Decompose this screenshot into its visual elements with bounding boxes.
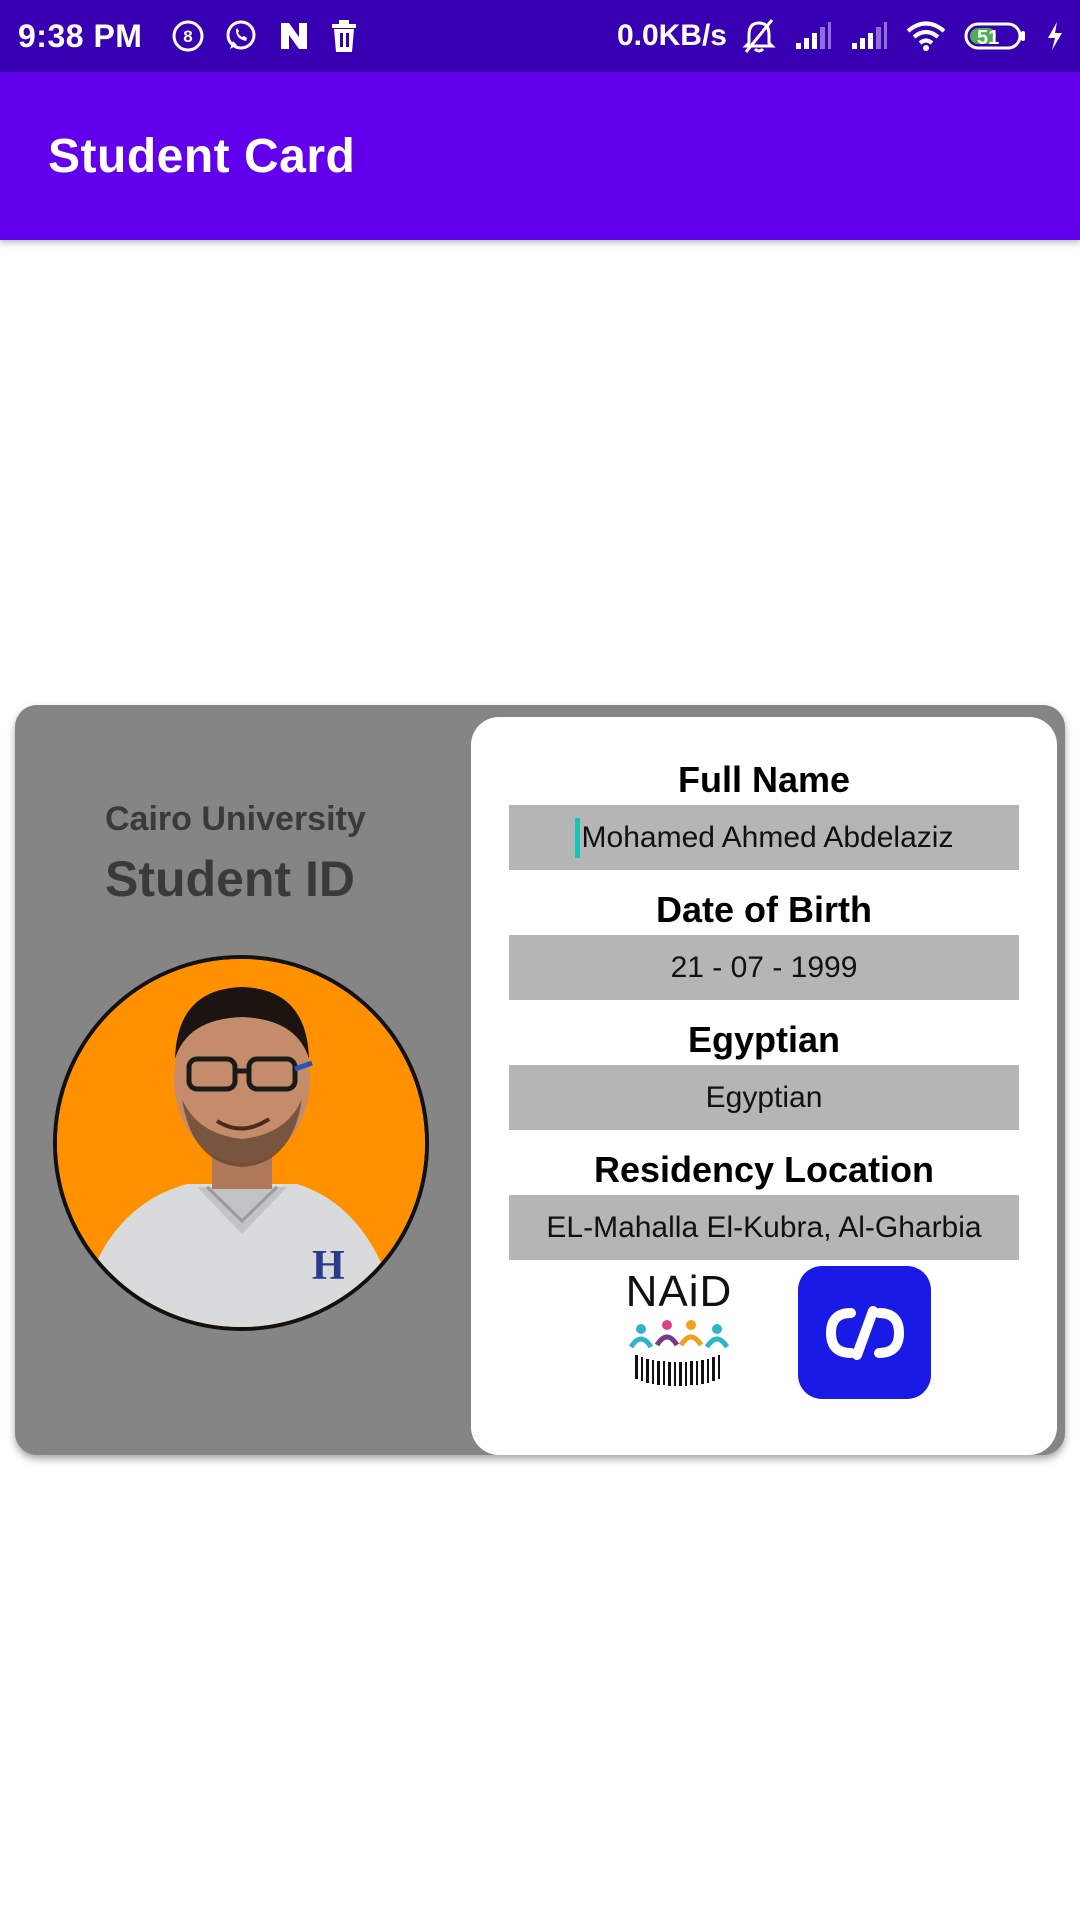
full-name-value: Mohamed Ahmed Abdelaziz (581, 820, 954, 854)
charging-icon (1046, 21, 1064, 51)
date-of-birth-input[interactable]: 21 - 07 - 1999 (509, 935, 1019, 1000)
nationality-label: Egyptian (687, 1019, 840, 1060)
student-photo: H (53, 955, 429, 1331)
field-date-of-birth: Date of Birth 21 - 07 - 1999 (471, 885, 1057, 1000)
field-residency-location: Residency Location EL-Mahalla El-Kubra, … (471, 1145, 1057, 1260)
whatsapp-icon (223, 18, 259, 54)
residency-location-label: Residency Location (593, 1149, 935, 1190)
network-speed: 0.0KB/s (616, 19, 727, 52)
date-of-birth-value: 21 - 07 - 1999 (670, 950, 858, 984)
wifi-icon (906, 20, 946, 52)
status-bar-right: 0.0KB/s 51 (617, 18, 1064, 54)
battery-icon: 51 (964, 21, 1028, 51)
card-right-panel: Full Name Mohamed Ahmed Abdelaziz Date o… (471, 717, 1057, 1455)
status-bar: 9:38 PM 8 0.0KB/s 51 (0, 0, 1080, 72)
full-name-input[interactable]: Mohamed Ahmed Abdelaziz (509, 805, 1019, 870)
status-bar-left: 9:38 PM 8 (18, 18, 368, 55)
naid-logo-text: NAiD (625, 1267, 733, 1316)
naid-logo: NAiD (619, 1267, 739, 1387)
card-left-panel: Cairo University Student ID H (15, 705, 471, 1455)
residency-location-input[interactable]: EL-Mahalla El-Kubra, Al-Gharbia (509, 1195, 1019, 1260)
nationality-value: Egyptian (705, 1080, 823, 1114)
app-bar: Student Card (0, 72, 1080, 240)
bell-off-icon (742, 18, 776, 54)
field-nationality: Egyptian Egyptian (471, 1015, 1057, 1130)
full-name-label: Full Name (677, 759, 851, 800)
university-name: Cairo University (105, 800, 366, 838)
signal-icon (850, 21, 888, 51)
card-type-title: Student ID (105, 851, 355, 907)
code-app-logo (798, 1266, 931, 1399)
code-logo-icon (825, 1305, 904, 1360)
status-time: 9:38 PM (18, 17, 143, 54)
app-title: Student Card (48, 129, 356, 183)
student-card: Cairo University Student ID H Full Name … (15, 705, 1065, 1455)
student-photo-illustration: H (57, 959, 425, 1327)
svg-text:H: H (312, 1243, 345, 1289)
svg-text:8: 8 (184, 27, 193, 46)
counter-8-icon: 8 (171, 19, 205, 53)
residency-location-value: EL-Mahalla El-Kubra, Al-Gharbia (546, 1210, 982, 1244)
battery-level: 51 (977, 27, 1000, 49)
date-of-birth-label: Date of Birth (656, 889, 872, 930)
nationality-input[interactable]: Egyptian (509, 1065, 1019, 1130)
text-cursor (574, 817, 580, 858)
signal-icon (794, 21, 832, 51)
field-full-name: Full Name Mohamed Ahmed Abdelaziz (471, 755, 1057, 870)
naid-logo-mark (628, 1320, 730, 1386)
trash-icon (329, 19, 359, 53)
n-app-icon (277, 19, 311, 53)
